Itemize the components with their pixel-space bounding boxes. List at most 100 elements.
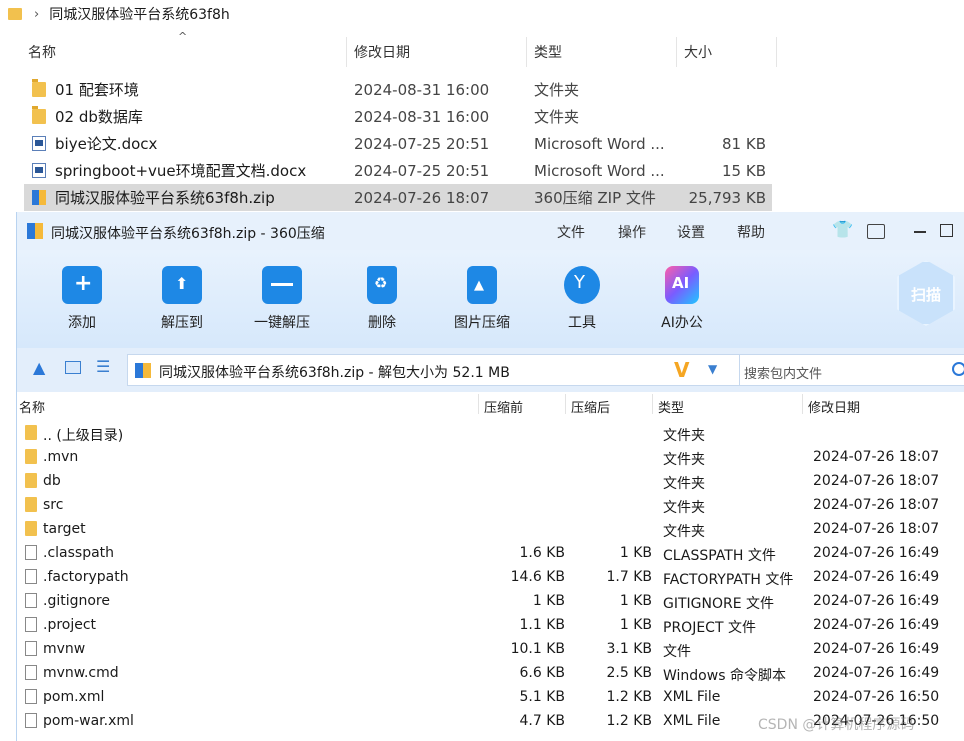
entry-compressed-size: 1 KB [619,545,652,561]
column-header-date[interactable]: 修改日期 [348,37,526,67]
file-type: 文件夹 [534,81,580,99]
entry-compressed-size: 1 KB [619,617,652,633]
zip-column-header-type[interactable]: 类型 [658,397,684,416]
archive-row[interactable]: mvnw.cmd 6.6 KB 2.5 KB Windows 命令脚本 2024… [17,662,964,686]
entry-compressed-size: 1.7 KB [606,569,653,585]
entry-date: 2024-07-26 18:07 [813,497,940,513]
zip-app-icon [27,223,43,239]
entry-packed-size: 1 KB [532,593,565,609]
file-row[interactable]: springboot+vue环境配置文档.docx 2024-07-25 20:… [24,157,772,184]
entry-type: XML File [663,689,721,705]
search-input[interactable]: 搜索包内文件 [739,354,964,386]
entry-name: .classpath [43,545,115,561]
add-icon: + [62,266,102,304]
file-size: 25,793 KB [688,188,766,207]
toolbar: + 添加 ⬆ 解压到 一键解压 ♻ 删除 ▲ 图片压缩 Y 工具 AI AI办公… [17,250,964,348]
skin-icon[interactable]: 👕 [832,220,853,240]
view-list-icon[interactable]: ☰ [96,357,110,376]
zip-column-header-packed[interactable]: 压缩前 [484,397,523,416]
archive-row[interactable]: mvnw 10.1 KB 3.1 KB 文件 2024-07-26 16:49 [17,638,964,662]
v-logo-icon[interactable]: V [674,358,689,382]
sort-up-icon: ^ [178,30,188,43]
folder-icon [25,521,37,536]
entry-type: XML File [663,713,721,729]
feedback-icon[interactable] [867,224,885,239]
menu-settings[interactable]: 设置 [677,222,705,242]
entry-packed-size: 10.1 KB [510,641,565,657]
one-click-extract-button[interactable]: 一键解压 [236,266,328,332]
search-placeholder: 搜索包内文件 [744,367,823,382]
search-icon[interactable] [952,362,964,376]
entry-type: 文件夹 [663,476,705,492]
file-type: Microsoft Word ... [534,161,665,180]
file-row[interactable]: 同城汉服体验平台系统63f8h.zip 2024-07-26 18:07 360… [24,184,772,211]
minimize-icon[interactable] [914,231,926,233]
file-size: 15 KB [722,161,766,180]
column-header-type[interactable]: 类型 [528,37,676,67]
entry-type: 文件夹 [663,452,705,468]
archive-row[interactable]: src 文件夹 2024-07-26 18:07 [17,494,964,518]
extract-folder-icon: ⬆ [162,266,202,304]
menu-file[interactable]: 文件 [557,222,585,242]
archive-row[interactable]: .. (上级目录) 文件夹 [17,422,964,446]
file-icon [25,593,37,608]
entry-type: FACTORYPATH 文件 [663,572,794,588]
add-button[interactable]: + 添加 [36,266,128,332]
view-thumbnail-icon[interactable] [65,361,81,374]
one-click-extract-icon [262,266,302,304]
archive-row[interactable]: .gitignore 1 KB 1 KB GITIGNORE 文件 2024-0… [17,590,964,614]
dropdown-arrow-icon[interactable]: ▼ [708,362,717,376]
entry-date: 2024-07-26 18:07 [813,449,940,465]
file-row[interactable]: 02 db数据库 2024-08-31 16:00 文件夹 [24,103,772,130]
folder-icon [25,473,37,488]
archive-row[interactable]: target 文件夹 2024-07-26 18:07 [17,518,964,542]
file-row[interactable]: 01 配套环境 2024-08-31 16:00 文件夹 [24,76,772,103]
archive-row[interactable]: .classpath 1.6 KB 1 KB CLASSPATH 文件 2024… [17,542,964,566]
menu-help[interactable]: 帮助 [737,222,765,242]
file-icon [25,641,37,656]
watermark: CSDN @计算机程序源码 [758,717,915,733]
up-arrow-icon[interactable]: ▲ [33,358,45,377]
tools-button[interactable]: Y 工具 [536,266,628,332]
archive-row[interactable]: pom.xml 5.1 KB 1.2 KB XML File 2024-07-2… [17,686,964,710]
zip-icon [32,190,46,205]
entry-type: PROJECT 文件 [663,620,756,636]
breadcrumb-path[interactable]: 同城汉服体验平台系统63f8h [49,4,230,24]
entry-date: 2024-07-26 16:49 [813,665,940,681]
extract-to-button[interactable]: ⬆ 解压到 [136,266,228,332]
image-compress-button[interactable]: ▲ 图片压缩 [436,266,528,332]
entry-name: mvnw.cmd [43,665,119,681]
scan-button[interactable]: 扫描 [897,260,955,326]
folder-icon [25,425,37,440]
zip-column-header-name[interactable]: 名称 [19,397,45,416]
entry-packed-size: 4.7 KB [519,713,566,729]
delete-button[interactable]: ♻ 删除 [336,266,428,332]
title-bar: 同城汉服体验平台系统63f8h.zip - 360压缩 文件 操作 设置 帮助 … [17,212,964,250]
file-date: 2024-07-26 18:07 [354,188,490,207]
entry-date: 2024-07-26 18:07 [813,521,940,537]
column-header-size[interactable]: 大小 [678,37,776,67]
file-date: 2024-08-31 16:00 [354,107,490,126]
file-row[interactable]: biye论文.docx 2024-07-25 20:51 Microsoft W… [24,130,772,157]
chevron-right-icon[interactable]: › [34,7,39,22]
tools-icon: Y [564,266,600,304]
zip-column-header-compressed[interactable]: 压缩后 [571,397,610,416]
archive-row[interactable]: .factorypath 14.6 KB 1.7 KB FACTORYPATH … [17,566,964,590]
entry-packed-size: 1.1 KB [519,617,566,633]
file-name: springboot+vue环境配置文档.docx [55,162,307,180]
ai-office-button[interactable]: AI AI办公 [636,266,728,332]
entry-name: src [43,497,64,513]
archive-row[interactable]: .project 1.1 KB 1 KB PROJECT 文件 2024-07-… [17,614,964,638]
archive-row[interactable]: db 文件夹 2024-07-26 18:07 [17,470,964,494]
file-icon [25,617,37,632]
entry-name: pom-war.xml [43,713,134,729]
word-doc-icon [32,136,46,151]
maximize-icon[interactable] [940,224,953,237]
zip-column-header-date[interactable]: 修改日期 [808,397,860,416]
file-date: 2024-08-31 16:00 [354,80,490,99]
address-field[interactable]: 同城汉服体验平台系统63f8h.zip - 解包大小为 52.1 MB V ▼ [127,354,751,386]
file-icon [25,569,37,584]
archive-row[interactable]: .mvn 文件夹 2024-07-26 18:07 [17,446,964,470]
entry-compressed-size: 3.1 KB [606,641,653,657]
menu-operate[interactable]: 操作 [618,222,646,242]
